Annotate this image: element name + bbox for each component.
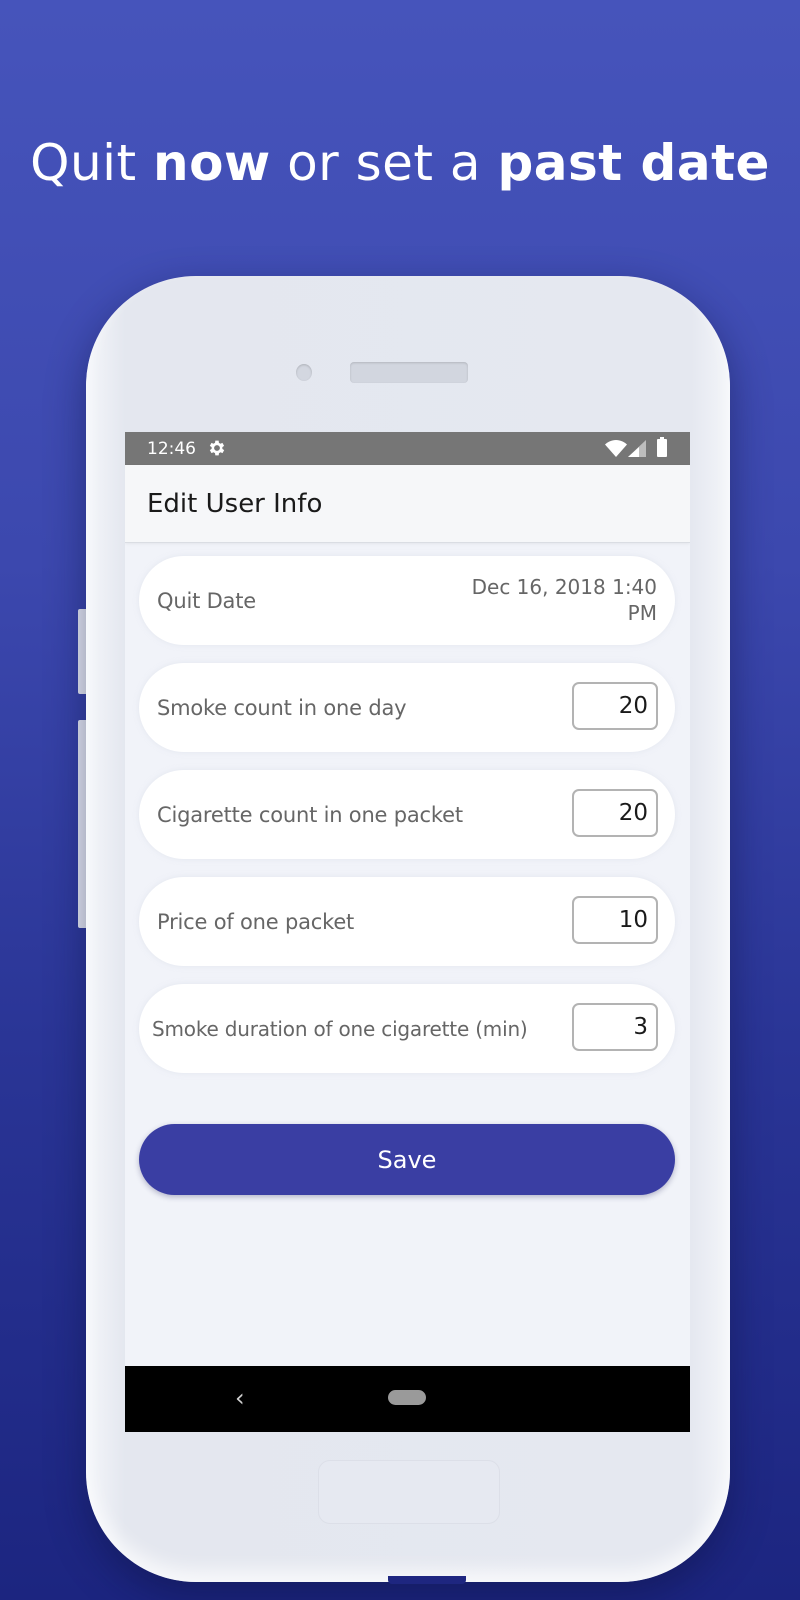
cigarettes-per-packet-label: Cigarette count in one packet [157,802,463,827]
phone-speaker [350,362,468,383]
headline-bold-past-date: past date [497,133,770,192]
quit-date-value-line2: PM [627,601,657,625]
headline-bold-now: now [153,133,271,192]
smoke-count-per-day-input[interactable] [572,682,658,730]
page-title: Edit User Info [147,489,323,519]
smoke-duration-row: Smoke duration of one cigarette (min) [139,984,675,1073]
battery-icon [657,437,667,457]
packet-price-input[interactable] [572,896,658,944]
smoke-duration-input[interactable] [572,1003,658,1051]
smoke-duration-label: Smoke duration of one cigarette (min) [152,1016,528,1041]
home-pill-icon[interactable] [388,1390,426,1405]
headline-text: Quit [30,133,154,192]
phone-power-button [78,720,86,928]
back-icon[interactable]: ‹ [235,1384,245,1412]
smoke-count-per-day-row: Smoke count in one day [139,663,675,752]
cigarettes-per-packet-input[interactable] [572,789,658,837]
smoke-count-per-day-label: Smoke count in one day [157,695,407,720]
quit-date-label: Quit Date [157,588,256,613]
cigarettes-per-packet-row: Cigarette count in one packet [139,770,675,859]
status-time: 12:46 [147,439,196,459]
app-bar: Edit User Info [125,465,690,543]
signal-icon [628,440,646,457]
status-bar: 12:46 [125,432,690,465]
packet-price-label: Price of one packet [157,909,355,934]
phone-volume-button [78,609,86,694]
phone-bottom-notch [388,1576,466,1584]
quit-date-value[interactable]: Dec 16, 2018 1:40 PM [457,574,657,626]
app-screen: 12:46 Edit User Info Quit Date Dec 16, 2… [125,432,690,1432]
headline-text: or set a [270,133,498,192]
packet-price-row: Price of one packet [139,877,675,966]
system-nav-bar: ‹ [125,1366,690,1432]
save-button[interactable]: Save [139,1124,675,1195]
front-camera [296,364,312,381]
phone-home-area [318,1460,500,1524]
wifi-icon [605,440,627,457]
gear-icon [209,440,225,456]
quit-date-value-line1: Dec 16, 2018 1:40 [471,575,657,599]
quit-date-row[interactable]: Quit Date Dec 16, 2018 1:40 PM [139,556,675,645]
promo-headline: Quit now or set a past date [0,134,800,192]
